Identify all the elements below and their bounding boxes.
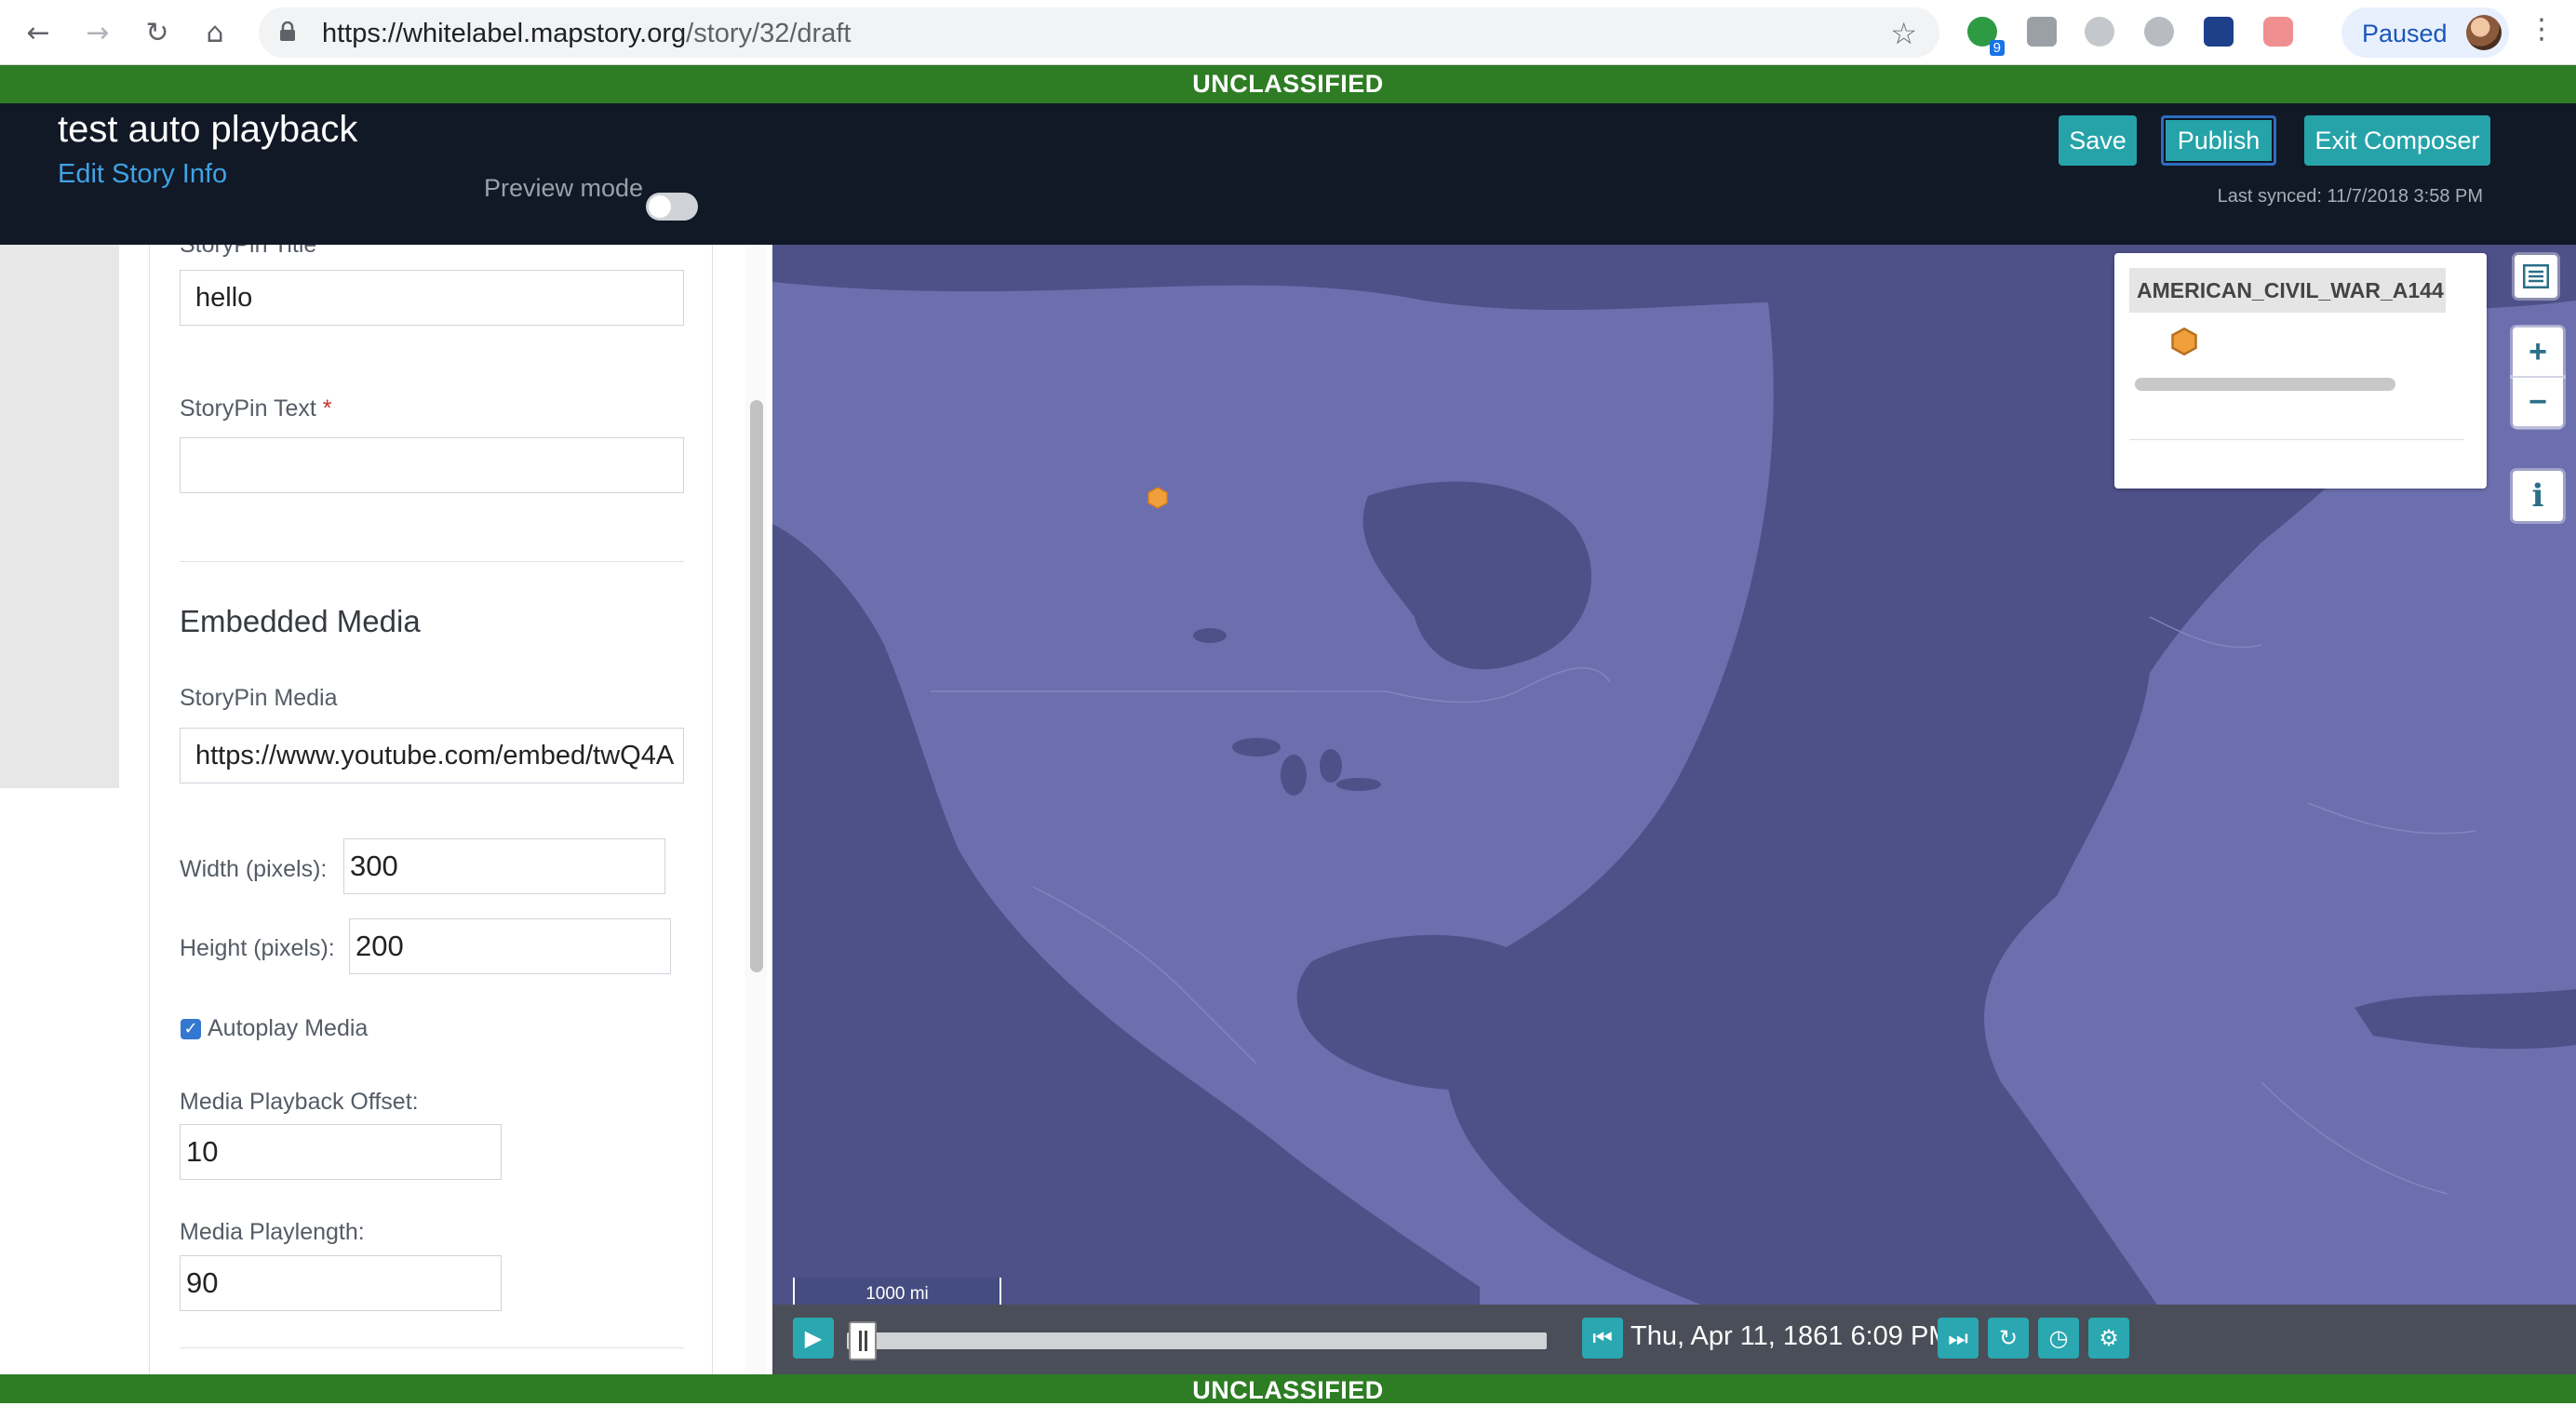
playback-offset-input[interactable]: 10 [180, 1124, 502, 1180]
divider [180, 1347, 684, 1348]
skip-back-button[interactable]: ⏮ [1582, 1318, 1623, 1359]
autoplay-checkbox[interactable]: ✓ [181, 1019, 201, 1039]
storypin-media-label: StoryPin Media [180, 685, 338, 711]
extension-s-icon[interactable] [2085, 17, 2114, 47]
skip-forward-button[interactable]: ⏭ [1938, 1318, 1979, 1359]
clock-button[interactable]: ◷ [2038, 1318, 2079, 1359]
current-date-display: Thu, Apr 11, 1861 6:09 PM [1630, 1321, 1952, 1351]
extension-green-icon[interactable]: 9 [1967, 17, 2005, 56]
edit-story-info-link[interactable]: Edit Story Info [58, 159, 227, 190]
form-scrollbar-thumb[interactable] [750, 400, 763, 972]
profile-button[interactable]: Paused [2341, 7, 2509, 58]
playlength-input[interactable]: 90 [180, 1255, 502, 1311]
classification-banner-bottom: UNCLASSIFIED [0, 1374, 2576, 1404]
legend-scrollbar[interactable] [2135, 378, 2395, 391]
timeline-slider[interactable] [847, 1332, 1547, 1349]
scale-bar: 1000 mi [793, 1278, 1001, 1307]
back-icon[interactable]: ← [17, 11, 60, 54]
preview-mode-label: Preview mode [484, 174, 644, 202]
exit-composer-button[interactable]: Exit Composer [2304, 115, 2490, 166]
embedded-media-heading: Embedded Media [180, 604, 421, 638]
lock-icon [280, 21, 295, 41]
zoom-in-button[interactable]: + [2513, 328, 2563, 376]
settings-gear-button[interactable]: ⚙ [2088, 1318, 2129, 1359]
playback-bar: ▶ ⏮ Thu, Apr 11, 1861 6:09 PM ⏭ ↻ ◷ ⚙ [772, 1305, 2576, 1374]
zoom-out-button[interactable]: − [2513, 378, 2563, 426]
publish-button[interactable]: Publish [2161, 115, 2276, 166]
storypin-media-input[interactable]: https://www.youtube.com/embed/twQ4A [180, 728, 684, 783]
storypin-text-label: StoryPin Text * [180, 395, 332, 422]
height-input[interactable]: 200 [349, 918, 671, 974]
extension-circle-icon[interactable] [2144, 17, 2174, 47]
extension-z-icon[interactable] [2204, 17, 2234, 47]
story-title: test auto playback [58, 109, 358, 150]
playlength-label: Media Playlength: [180, 1219, 365, 1245]
playback-offset-label: Media Playback Offset: [180, 1089, 419, 1115]
toggle-knob [649, 195, 671, 218]
legend-layer-name[interactable]: AMERICAN_CIVIL_WAR_A144 [2129, 268, 2446, 313]
legend-marker-icon [2171, 328, 2197, 355]
classification-banner-top: UNCLASSIFIED [0, 65, 2576, 103]
forward-icon[interactable]: → [76, 11, 119, 54]
play-button[interactable]: ▶ [793, 1318, 834, 1359]
browser-menu-icon[interactable]: ⋮ [2528, 13, 2556, 46]
layers-list-icon[interactable] [2515, 255, 2557, 298]
height-label: Height (pixels): [180, 935, 335, 961]
divider [2129, 439, 2464, 440]
info-button[interactable]: i [2513, 471, 2563, 521]
width-input[interactable]: 300 [343, 838, 665, 894]
save-button[interactable]: Save [2059, 115, 2137, 166]
bookmark-star-icon[interactable]: ☆ [1890, 16, 1917, 51]
profile-label: Paused [2362, 20, 2448, 47]
home-icon[interactable]: ⌂ [194, 11, 236, 54]
avatar [2466, 15, 2502, 50]
list-icon [2523, 264, 2549, 288]
storypin-text-input[interactable] [180, 437, 684, 493]
reload-icon[interactable]: ↻ [136, 11, 179, 54]
left-sidebar [0, 245, 119, 788]
legend-panel: AMERICAN_CIVIL_WAR_A144 [2114, 253, 2487, 489]
url-path: /story/32/draft [686, 19, 852, 48]
composer-header: test auto playback Edit Story Info Previ… [0, 103, 2576, 245]
autoplay-label: Autoplay Media [208, 1015, 369, 1041]
timeline-handle[interactable] [849, 1321, 877, 1360]
divider [180, 561, 684, 562]
extension-arrow-icon[interactable] [2263, 17, 2293, 47]
browser-toolbar: ← → ↻ ⌂ https://whitelabel.mapstory.org/… [0, 0, 2576, 65]
address-bar[interactable]: https://whitelabel.mapstory.org/story/32… [259, 7, 1939, 58]
storypin-title-input[interactable]: hello [180, 270, 684, 326]
extension-g-icon[interactable] [2027, 17, 2057, 47]
url-text: https://whitelabel.mapstory.org/story/32… [322, 19, 851, 49]
last-synced-text: Last synced: 11/7/2018 3:58 PM [2217, 186, 2483, 207]
loop-button[interactable]: ↻ [1988, 1318, 2029, 1359]
url-host: https://whitelabel.mapstory.org [322, 19, 687, 48]
storypin-form: StoryPin Title * hello StoryPin Text * E… [149, 245, 713, 1374]
storypin-title-label: StoryPin Title * [180, 245, 332, 258]
extension-badge: 9 [1989, 40, 2005, 56]
event-marker-icon[interactable] [1147, 487, 1169, 509]
width-label: Width (pixels): [180, 856, 328, 882]
preview-mode-toggle[interactable] [646, 193, 698, 221]
